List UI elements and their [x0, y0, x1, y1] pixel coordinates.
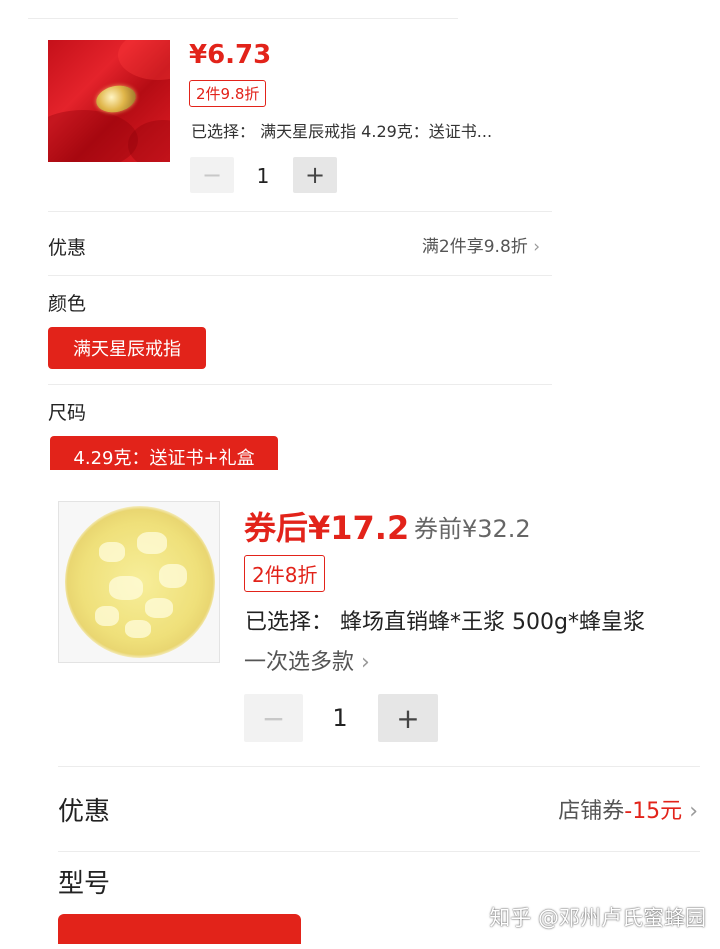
coupon-price: 券后¥17.2 [244, 509, 410, 547]
quantity-value[interactable]: 1 [324, 704, 356, 732]
divider [58, 851, 700, 852]
selected-variant-text: 已选择： 满天星辰戒指 4.29克：送证书... [191, 122, 493, 141]
chevron-right-icon: › [533, 237, 540, 257]
quantity-value[interactable]: 1 [250, 164, 276, 188]
zhihu-watermark: 知乎 @邓州卢氏蜜蜂园 [489, 906, 706, 930]
royal-jelly-product-image [58, 501, 220, 663]
coupon-amount: -15元 [624, 799, 683, 824]
coupon-type: 店铺券 [558, 799, 625, 824]
multi-select-link[interactable]: 一次选多款 › [244, 644, 370, 676]
promo-value: 满2件享9.8折 [421, 237, 528, 257]
coupon-row[interactable]: 店铺券-15元 › [558, 793, 698, 825]
quantity-minus-button[interactable]: − [190, 157, 234, 193]
divider [48, 211, 552, 212]
color-label: 颜色 [48, 293, 87, 315]
divider [48, 384, 552, 385]
promo-label: 优惠 [58, 797, 111, 827]
plus-icon: + [304, 161, 326, 189]
size-option-button[interactable]: 4.29克：送证书+礼盒 [50, 436, 278, 470]
color-option-button[interactable]: 满天星辰戒指 [48, 327, 206, 369]
discount-tag: 2件9.8折 [189, 80, 267, 107]
multi-select-label: 一次选多款 [244, 650, 355, 675]
chevron-right-icon: › [361, 650, 370, 675]
model-option-button[interactable] [58, 914, 301, 944]
size-label: 尺码 [48, 402, 87, 424]
discount-tag: 2件8折 [244, 555, 326, 592]
divider [48, 275, 552, 276]
chevron-right-icon: › [689, 799, 698, 824]
promo-row[interactable]: 满2件享9.8折 › [422, 232, 540, 257]
minus-icon: − [201, 161, 223, 189]
promo-label: 优惠 [48, 237, 87, 259]
product-price: ¥6.73 [189, 40, 272, 70]
minus-icon: − [261, 701, 286, 735]
model-label: 型号 [58, 869, 111, 899]
plus-icon: + [396, 701, 420, 735]
quantity-minus-button[interactable]: − [244, 694, 303, 742]
original-price: 券前¥32.2 [414, 515, 531, 543]
quantity-plus-button[interactable]: + [293, 157, 337, 193]
top-divider [28, 18, 458, 19]
divider [58, 766, 700, 767]
selected-variant-text: 已选择： 蜂场直销蜂*王浆 500g*蜂皇浆 [245, 610, 645, 635]
quantity-plus-button[interactable]: + [378, 694, 438, 742]
ring-product-image [48, 40, 170, 162]
